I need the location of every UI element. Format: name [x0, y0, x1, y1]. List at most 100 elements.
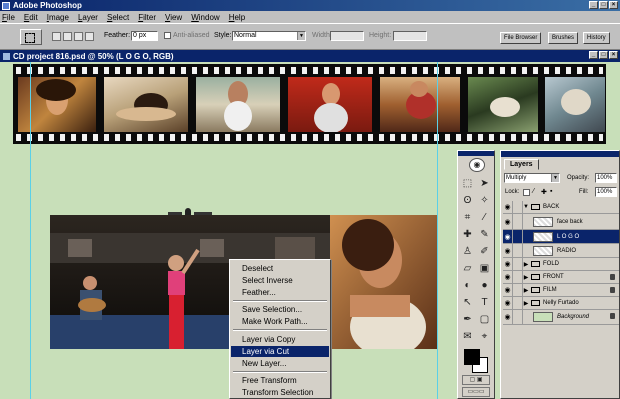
brush-active-icon[interactable]: [513, 229, 523, 244]
dodge-tool-icon[interactable]: ●: [477, 278, 492, 293]
expand-triangle-icon[interactable]: ▶: [523, 300, 529, 307]
foreground-color-swatch[interactable]: [464, 349, 480, 365]
doc-maximize-button[interactable]: □: [599, 51, 608, 59]
doc-minimize-button[interactable]: _: [589, 51, 598, 59]
visibility-eye-icon[interactable]: ◉: [503, 200, 513, 214]
layer-row-face-back[interactable]: ◉ face back: [503, 213, 619, 230]
link-slot[interactable]: [513, 257, 523, 271]
link-slot[interactable]: [513, 213, 523, 230]
height-input[interactable]: [393, 31, 427, 41]
layer-row-nelly-furtado[interactable]: ◉ ▶ Nelly Furtado: [503, 296, 619, 310]
menu-item-save-selection[interactable]: Save Selection...: [231, 304, 329, 315]
menu-item-new-layer[interactable]: New Layer...: [231, 358, 329, 369]
menu-edit[interactable]: Edit: [24, 13, 38, 22]
close-button[interactable]: ×: [609, 1, 618, 9]
menu-help[interactable]: Help: [229, 13, 245, 22]
clone-stamp-icon[interactable]: ♙: [460, 244, 475, 259]
expand-triangle-icon[interactable]: ▶: [523, 287, 529, 294]
layer-row-front[interactable]: ◉ ▶ FRONT: [503, 270, 619, 284]
lock-transparency-icon[interactable]: [523, 189, 530, 196]
visibility-eye-icon[interactable]: ◉: [503, 283, 513, 297]
visibility-eye-icon[interactable]: ◉: [503, 213, 513, 230]
expand-triangle-icon[interactable]: ▼: [523, 204, 529, 210]
blend-mode-select[interactable]: Multiply ▼: [504, 173, 560, 183]
new-selection-icon[interactable]: [52, 32, 61, 41]
type-tool-icon[interactable]: T: [477, 295, 492, 310]
layer-row-logo[interactable]: ◉ L O G O: [503, 229, 619, 244]
menu-item-make-work-path[interactable]: Make Work Path...: [231, 316, 329, 327]
layer-row-fold[interactable]: ◉ ▶ FOLD: [503, 257, 619, 271]
history-brush-icon[interactable]: ✐: [477, 244, 492, 259]
maximize-button[interactable]: □: [599, 1, 608, 9]
subtract-from-selection-icon[interactable]: [74, 32, 83, 41]
link-slot[interactable]: [513, 309, 523, 325]
visibility-eye-icon[interactable]: ◉: [503, 229, 513, 244]
intersect-selection-icon[interactable]: [85, 32, 94, 41]
eye-icon[interactable]: ◉: [469, 158, 485, 172]
gradient-tool-icon[interactable]: ▣: [477, 261, 492, 276]
menu-select[interactable]: Select: [107, 13, 129, 22]
screen-mode-icon[interactable]: ▭▭▭: [462, 387, 490, 397]
layer-row-background[interactable]: ◉ Background: [503, 309, 619, 325]
menu-item-layer-via-cut[interactable]: Layer via Cut: [231, 346, 329, 357]
expand-triangle-icon[interactable]: ▶: [523, 261, 529, 268]
marquee-tool-icon[interactable]: ⬚: [460, 176, 475, 191]
tab-file-browser[interactable]: File Browser: [500, 32, 542, 44]
visibility-eye-icon[interactable]: ◉: [503, 309, 513, 325]
link-slot[interactable]: [513, 200, 523, 214]
lock-position-icon[interactable]: ✚: [541, 188, 547, 196]
magic-wand-icon[interactable]: ✧: [477, 193, 492, 208]
eraser-tool-icon[interactable]: ▱: [460, 261, 475, 276]
menu-window[interactable]: Window: [191, 13, 219, 22]
lock-all-icon[interactable]: ▪: [550, 188, 552, 195]
path-selection-icon[interactable]: ↖: [460, 295, 475, 310]
menu-item-select-inverse[interactable]: Select Inverse: [231, 275, 329, 286]
menu-layer[interactable]: Layer: [78, 13, 98, 22]
menu-view[interactable]: View: [165, 13, 182, 22]
visibility-eye-icon[interactable]: ◉: [503, 243, 513, 258]
opacity-input[interactable]: 100%: [595, 173, 617, 183]
menu-item-deselect[interactable]: Deselect: [231, 263, 329, 274]
notes-tool-icon[interactable]: ✉: [460, 329, 475, 344]
menu-file[interactable]: File: [2, 13, 15, 22]
shape-tool-icon[interactable]: ▢: [477, 312, 492, 327]
lock-pixels-icon[interactable]: ⁄: [533, 188, 534, 195]
minimize-button[interactable]: _: [589, 1, 598, 9]
link-slot[interactable]: [513, 296, 523, 310]
menu-item-transform-selection[interactable]: Transform Selection: [231, 387, 329, 398]
visibility-eye-icon[interactable]: ◉: [503, 296, 513, 310]
menu-item-free-transform[interactable]: Free Transform: [231, 375, 329, 386]
move-tool-icon[interactable]: ➤: [477, 176, 492, 191]
link-slot[interactable]: [513, 243, 523, 258]
feather-input[interactable]: 0 px: [131, 31, 158, 41]
width-input[interactable]: [330, 31, 364, 41]
pen-tool-icon[interactable]: ✒: [460, 312, 475, 327]
visibility-eye-icon[interactable]: ◉: [503, 257, 513, 271]
healing-brush-icon[interactable]: ✚: [460, 227, 475, 242]
lasso-tool-icon[interactable]: ʘ: [460, 193, 475, 208]
quick-mask-mode-icon[interactable]: ▢ ▣: [462, 375, 490, 385]
layer-row-back[interactable]: ◉ ▼ BACK: [503, 200, 619, 214]
menu-item-layer-via-copy[interactable]: Layer via Copy: [231, 334, 329, 345]
brush-tool-icon[interactable]: ✎: [477, 227, 492, 242]
eyedropper-icon[interactable]: ⌖: [477, 329, 492, 344]
menu-image[interactable]: Image: [47, 13, 69, 22]
expand-triangle-icon[interactable]: ▶: [523, 274, 529, 281]
antialiased-checkbox[interactable]: [164, 32, 171, 39]
fill-input[interactable]: 100%: [595, 187, 617, 197]
layer-row-radio[interactable]: ◉ RADIO: [503, 243, 619, 258]
tab-layers[interactable]: Layers: [504, 159, 539, 170]
link-slot[interactable]: [513, 270, 523, 284]
style-select[interactable]: Normal ▼: [232, 31, 306, 41]
visibility-eye-icon[interactable]: ◉: [503, 270, 513, 284]
tab-brushes[interactable]: Brushes: [548, 32, 579, 44]
slice-tool-icon[interactable]: ⁄: [477, 210, 492, 225]
blur-tool-icon[interactable]: ◐: [460, 278, 475, 293]
marquee-tool-preset-picker[interactable]: [20, 29, 42, 45]
doc-close-button[interactable]: ×: [609, 51, 618, 59]
tab-history[interactable]: History: [583, 32, 610, 44]
crop-tool-icon[interactable]: ⌗: [460, 210, 475, 225]
layer-row-film[interactable]: ◉ ▶ FILM: [503, 283, 619, 297]
link-slot[interactable]: [513, 283, 523, 297]
menu-item-feather[interactable]: Feather...: [231, 287, 329, 298]
